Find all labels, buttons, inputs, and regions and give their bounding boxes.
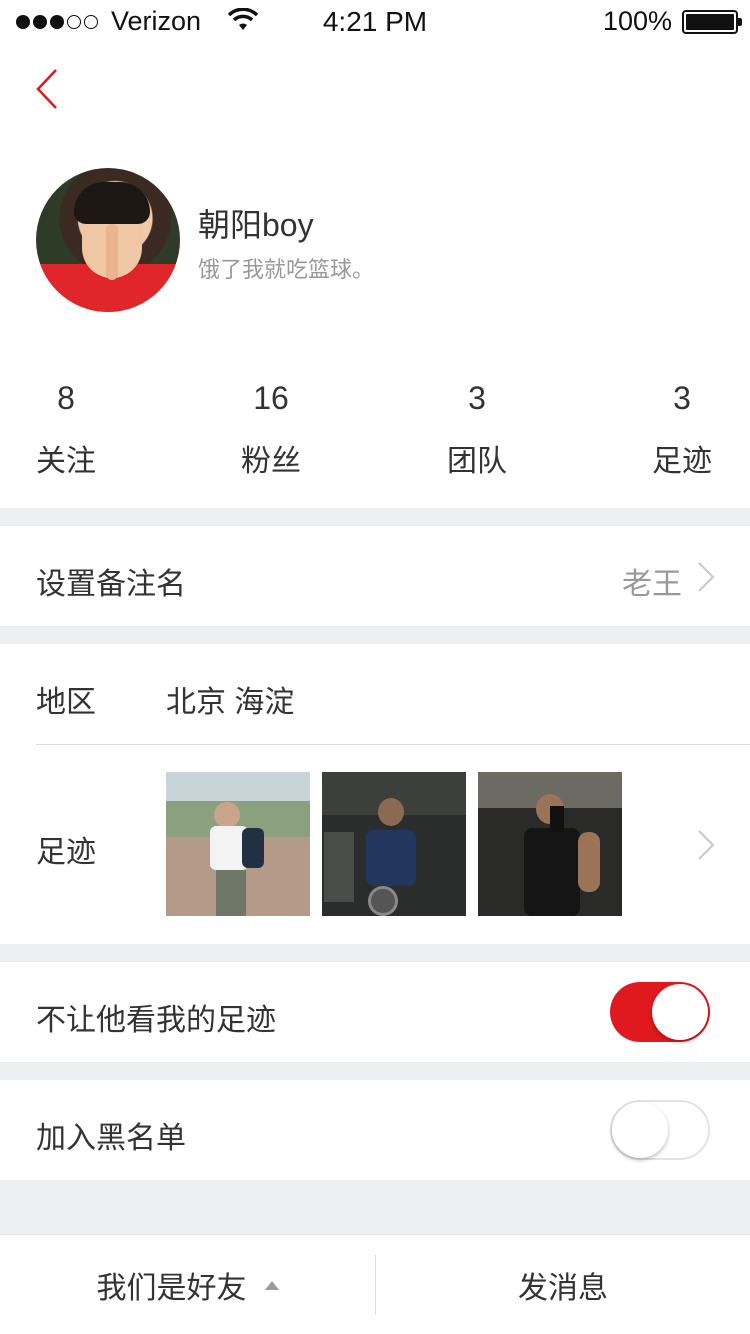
footprint-photo[interactable] [478,772,622,916]
chevron-right-icon[interactable] [696,560,716,594]
friend-status-label: 我们是好友 [96,1272,247,1305]
toggle-knob [652,984,708,1040]
battery-percent: 100% [602,6,672,36]
stat-footprint[interactable]: 3 足迹 [622,376,742,480]
bottom-spacer [0,1180,750,1234]
back-icon[interactable] [28,64,68,114]
blacklist-toggle[interactable] [610,1100,710,1160]
stat-following[interactable]: 8 关注 [6,376,126,480]
status-bar: Verizon 4:21 PM 100% [0,0,750,44]
send-message-button[interactable]: 发消息 [376,1235,750,1334]
hide-footprint-label: 不让他看我的足迹 [36,1004,276,1037]
battery-icon [682,9,742,34]
footprint-photo[interactable] [322,772,466,916]
stat-following-label: 关注 [36,445,96,478]
stat-footprint-count: 3 [673,380,691,416]
caret-up-icon [264,1280,279,1290]
footprint-label[interactable]: 足迹 [36,827,96,871]
toggle-knob [612,1102,668,1158]
section-separator [0,1062,750,1080]
region-label: 地区 [36,686,96,719]
remark-value[interactable]: 老王 [622,559,682,603]
stat-team-label: 团队 [447,445,507,478]
footprint-photo[interactable] [166,772,310,916]
stat-following-count: 8 [57,380,75,416]
stat-fans-label: 粉丝 [241,445,301,478]
friend-status-button[interactable]: 我们是好友 [0,1235,375,1334]
section-separator [0,626,750,644]
remark-label[interactable]: 设置备注名 [36,559,186,603]
stat-footprint-label: 足迹 [652,445,712,478]
chevron-right-icon[interactable] [696,828,716,862]
stat-team[interactable]: 3 团队 [417,376,537,480]
avatar[interactable] [36,168,180,312]
blacklist-label: 加入黑名单 [36,1122,186,1155]
stat-team-count: 3 [468,380,486,416]
section-separator [0,508,750,526]
hide-footprint-toggle[interactable] [610,982,710,1042]
region-value: 北京 海淀 [166,686,295,719]
battery-area: 100% [602,6,742,37]
section-separator [0,944,750,962]
profile-signature: 饿了我就吃篮球。 [198,257,375,282]
bottom-action-bar: 我们是好友 发消息 [0,1234,750,1334]
stat-fans[interactable]: 16 粉丝 [211,376,331,480]
send-message-label: 发消息 [518,1272,608,1305]
profile-nickname: 朝阳boy [198,207,314,243]
stat-fans-count: 16 [253,380,289,416]
row-divider [36,744,750,745]
